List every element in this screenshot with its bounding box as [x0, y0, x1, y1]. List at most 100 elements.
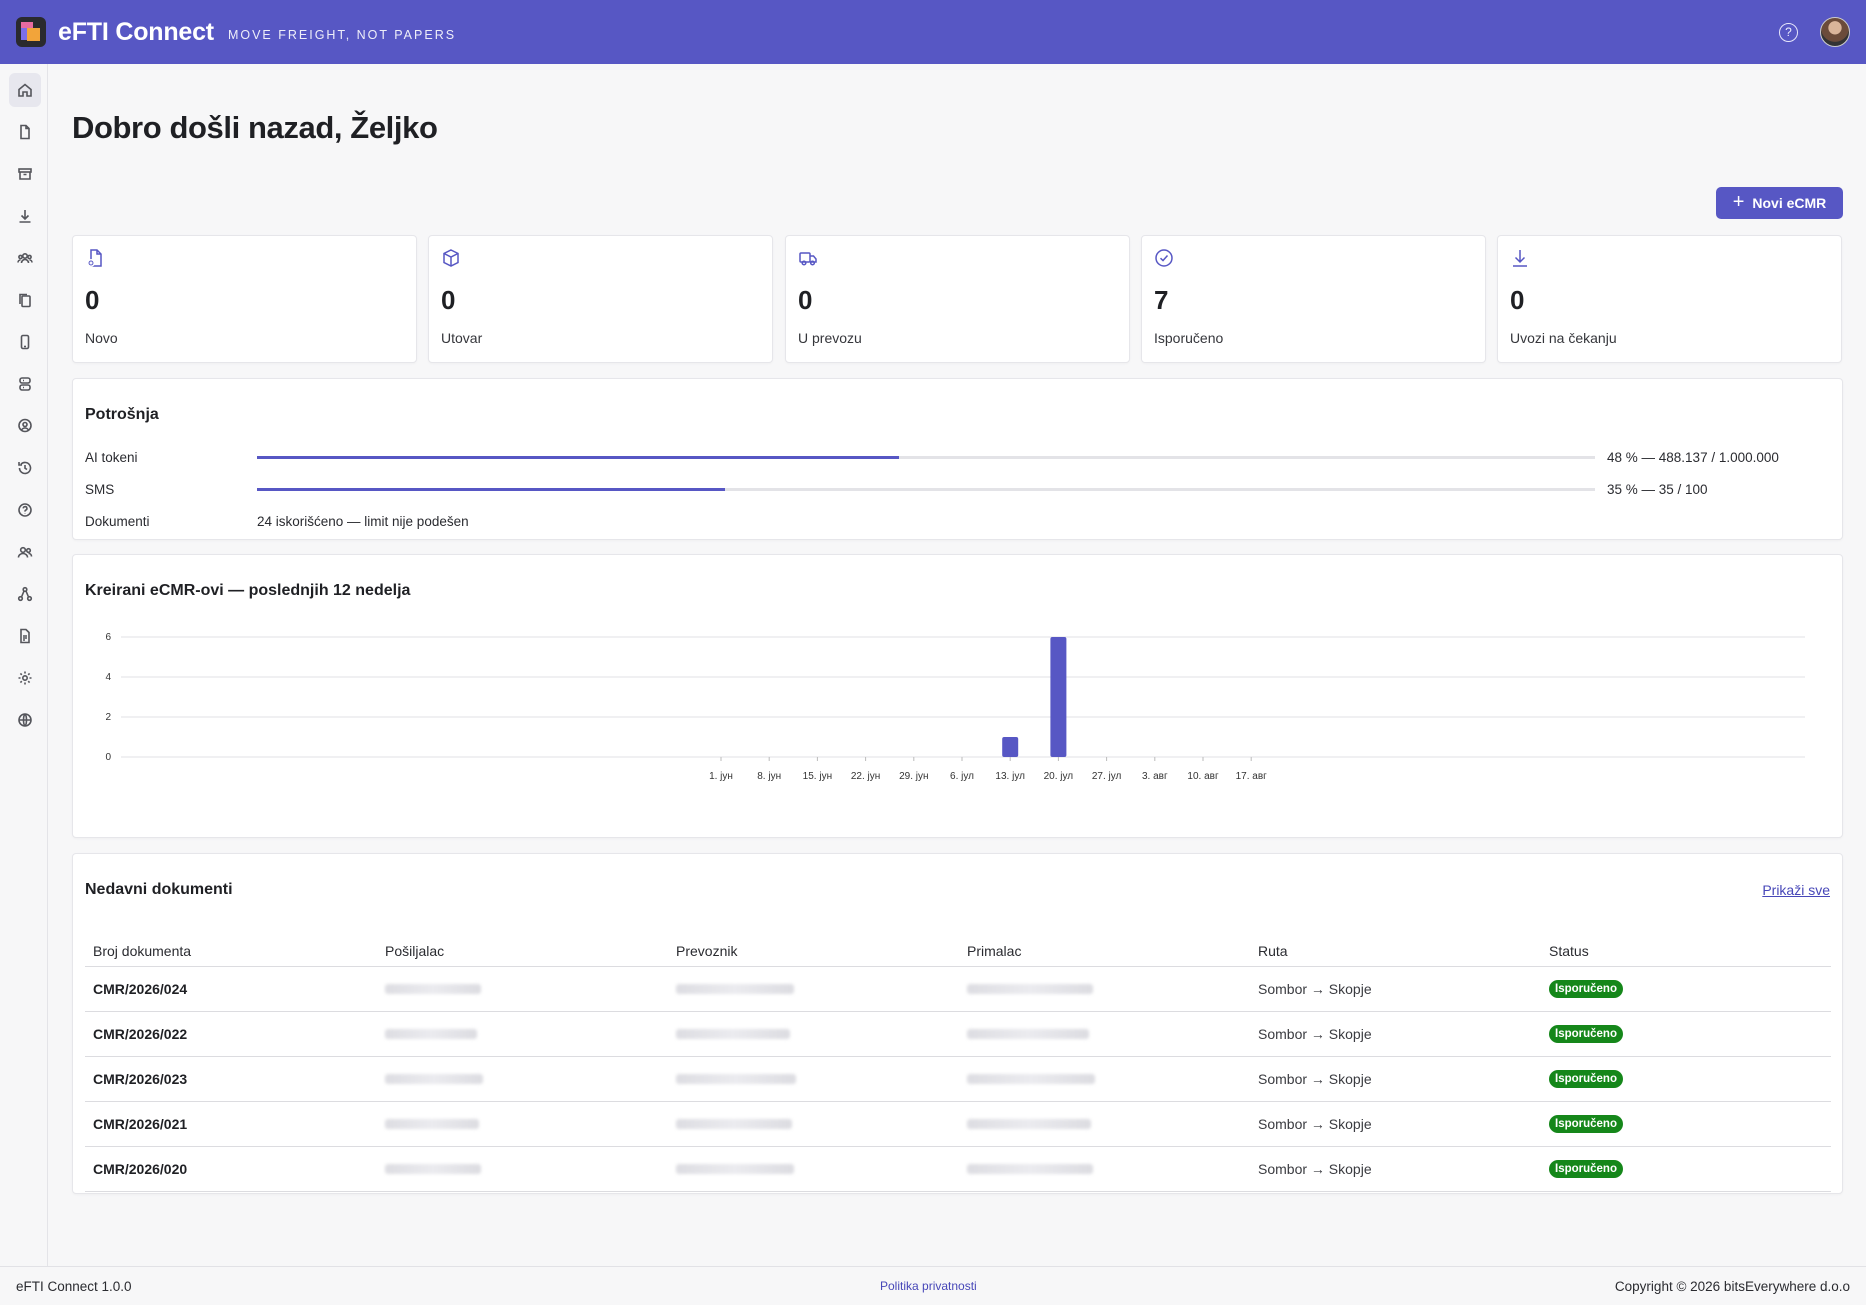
sidebar-item-home[interactable] — [9, 73, 41, 107]
document-number[interactable]: CMR/2026/023 — [85, 1056, 377, 1102]
sidebar-item-imports[interactable] — [9, 199, 41, 233]
y-tick-label: 2 — [105, 712, 111, 723]
table-row[interactable]: CMR/2026/021 Sombor → Skopje Isporučeno — [85, 1101, 1831, 1147]
app-version: eFTI Connect 1.0.0 — [16, 1278, 132, 1294]
table-row[interactable]: CMR/2026/024 Sombor → Skopje Isporučeno — [85, 966, 1831, 1012]
recent-documents-table: Broj dokumenta Pošiljalac Prevoznik Prim… — [85, 942, 1831, 1192]
bar-chart: 0 2 4 6 1. јун 8. јун 15. јун 22. јун 29. јун 6. … — [105, 632, 1805, 782]
status-badge: Isporučeno — [1549, 1070, 1623, 1088]
carrier-cell — [668, 1101, 959, 1147]
sidebar-item-users[interactable] — [9, 535, 41, 569]
copy-icon — [19, 293, 31, 308]
document-number[interactable]: CMR/2026/022 — [85, 1011, 377, 1057]
new-ecmr-button[interactable]: + Novi eCMR — [1716, 187, 1843, 219]
x-tick-label: 8. јун — [757, 771, 781, 782]
sender-cell — [377, 1056, 668, 1102]
stat-card-new[interactable]: 0 Novo — [72, 235, 417, 363]
column-header[interactable]: Pošiljalac — [377, 942, 668, 967]
stat-value: 7 — [1154, 285, 1169, 315]
usage-name: SMS — [85, 481, 115, 497]
sidebar-item-history[interactable] — [9, 451, 41, 485]
document-number[interactable]: CMR/2026/024 — [85, 966, 377, 1012]
download-icon — [1513, 250, 1527, 267]
recipient-cell — [959, 1146, 1250, 1192]
new-ecmr-label: Novi eCMR — [1752, 195, 1827, 211]
status-cell: Isporučeno — [1541, 1146, 1831, 1192]
y-tick-label: 0 — [105, 752, 111, 763]
team-icon — [17, 252, 33, 264]
carrier-cell — [668, 1011, 959, 1057]
sidebar-item-templates[interactable] — [9, 283, 41, 317]
redacted-text — [967, 1073, 1095, 1084]
plus-icon: + — [1732, 190, 1745, 213]
recipient-cell — [959, 966, 1250, 1012]
privacy-policy-link[interactable]: Politika privatnosti — [880, 1279, 977, 1293]
sender-cell — [377, 1101, 668, 1147]
carrier-cell — [668, 1146, 959, 1192]
stat-card-loading[interactable]: 0 Utovar — [428, 235, 773, 363]
stat-card-delivered[interactable]: 7 Isporučeno — [1141, 235, 1486, 363]
help-icon[interactable]: ? — [1779, 22, 1798, 42]
redacted-text — [385, 1028, 477, 1039]
x-tick-label: 20. јул — [1044, 771, 1074, 782]
x-tick-label: 13. јул — [995, 771, 1025, 782]
document-number[interactable]: CMR/2026/021 — [85, 1101, 377, 1147]
x-tick-label: 27. јул — [1092, 771, 1122, 782]
table-row[interactable]: CMR/2026/023 Sombor → Skopje Isporučeno — [85, 1056, 1831, 1102]
column-header[interactable]: Primalac — [959, 942, 1250, 967]
sidebar-item-mobile[interactable] — [9, 325, 41, 359]
sidebar-item-language[interactable] — [9, 703, 41, 737]
usage-value: 48 % — 488.137 / 1.000.000 — [1607, 449, 1779, 465]
x-tick-label: 29. јун — [899, 771, 928, 782]
question-icon — [18, 503, 32, 517]
stat-card-pending-imports[interactable]: 0 Uvozi na čekanju — [1497, 235, 1842, 363]
x-tick-label: 10. авг — [1187, 771, 1219, 782]
created-ecmr-chart-card: Kreirani eCMR-ovi — poslednjih 12 nedelj… — [72, 554, 1843, 838]
chart-bar — [1002, 737, 1019, 757]
app-logo[interactable] — [16, 17, 46, 47]
sidebar-item-partners[interactable] — [9, 241, 41, 275]
usage-progress-fill — [257, 487, 726, 491]
column-header[interactable]: Broj dokumenta — [85, 942, 377, 967]
history-icon — [18, 461, 32, 475]
x-tick-label: 3. авг — [1142, 771, 1168, 782]
sidebar-item-integrations[interactable] — [9, 367, 41, 401]
recipient-cell — [959, 1011, 1250, 1057]
sidebar-item-archive[interactable] — [9, 157, 41, 191]
sidebar-item-documents[interactable] — [9, 115, 41, 149]
column-header[interactable]: Status — [1541, 942, 1831, 967]
show-all-link[interactable]: Prikaži sve — [1762, 882, 1830, 898]
route-cell: Sombor → Skopje — [1250, 1011, 1541, 1057]
status-badge: Isporučeno — [1549, 1025, 1623, 1043]
footer: eFTI Connect 1.0.0 Politika privatnosti … — [0, 1266, 1866, 1305]
sidebar-item-settings[interactable] — [9, 661, 41, 695]
table-row[interactable]: CMR/2026/022 Sombor → Skopje Isporučeno — [85, 1011, 1831, 1057]
redacted-text — [967, 1028, 1089, 1039]
route-cell: Sombor → Skopje — [1250, 1101, 1541, 1147]
sidebar-item-organization[interactable] — [9, 577, 41, 611]
settings-icon — [18, 671, 32, 685]
column-header[interactable]: Ruta — [1250, 942, 1541, 967]
top-bar: eFTI Connect MOVE FREIGHT, NOT PAPERS ? — [0, 0, 1866, 64]
recent-documents-card: Nedavni dokumenti Prikaži sve Broj dokum… — [72, 853, 1843, 1194]
x-tick-label: 15. јун — [803, 771, 832, 782]
stat-card-in-transit[interactable]: 0 U prevozu — [785, 235, 1130, 363]
sidebar-item-reports[interactable] — [9, 619, 41, 653]
table-row[interactable]: CMR/2026/020 Sombor → Skopje Isporučeno — [85, 1146, 1831, 1192]
redacted-text — [676, 1073, 796, 1084]
status-badge: Isporučeno — [1549, 1115, 1623, 1133]
sidebar — [0, 64, 48, 1266]
sidebar-item-help[interactable] — [9, 493, 41, 527]
usage-card: Potrošnja AI tokeni 48 % — 488.137 / 1.0… — [72, 378, 1843, 540]
redacted-text — [385, 1118, 479, 1129]
document-number[interactable]: CMR/2026/020 — [85, 1146, 377, 1192]
redacted-text — [676, 1163, 794, 1174]
user-avatar[interactable] — [1820, 17, 1850, 47]
carrier-cell — [668, 1056, 959, 1102]
column-header[interactable]: Prevoznik — [668, 942, 959, 967]
stat-label: U prevozu — [798, 330, 862, 346]
usage-row-sms: SMS 35 % — 35 / 100 — [85, 479, 1830, 499]
usage-progress-fill — [257, 455, 900, 459]
sidebar-item-drivers[interactable] — [9, 409, 41, 443]
usage-name: Dokumenti — [85, 513, 150, 529]
